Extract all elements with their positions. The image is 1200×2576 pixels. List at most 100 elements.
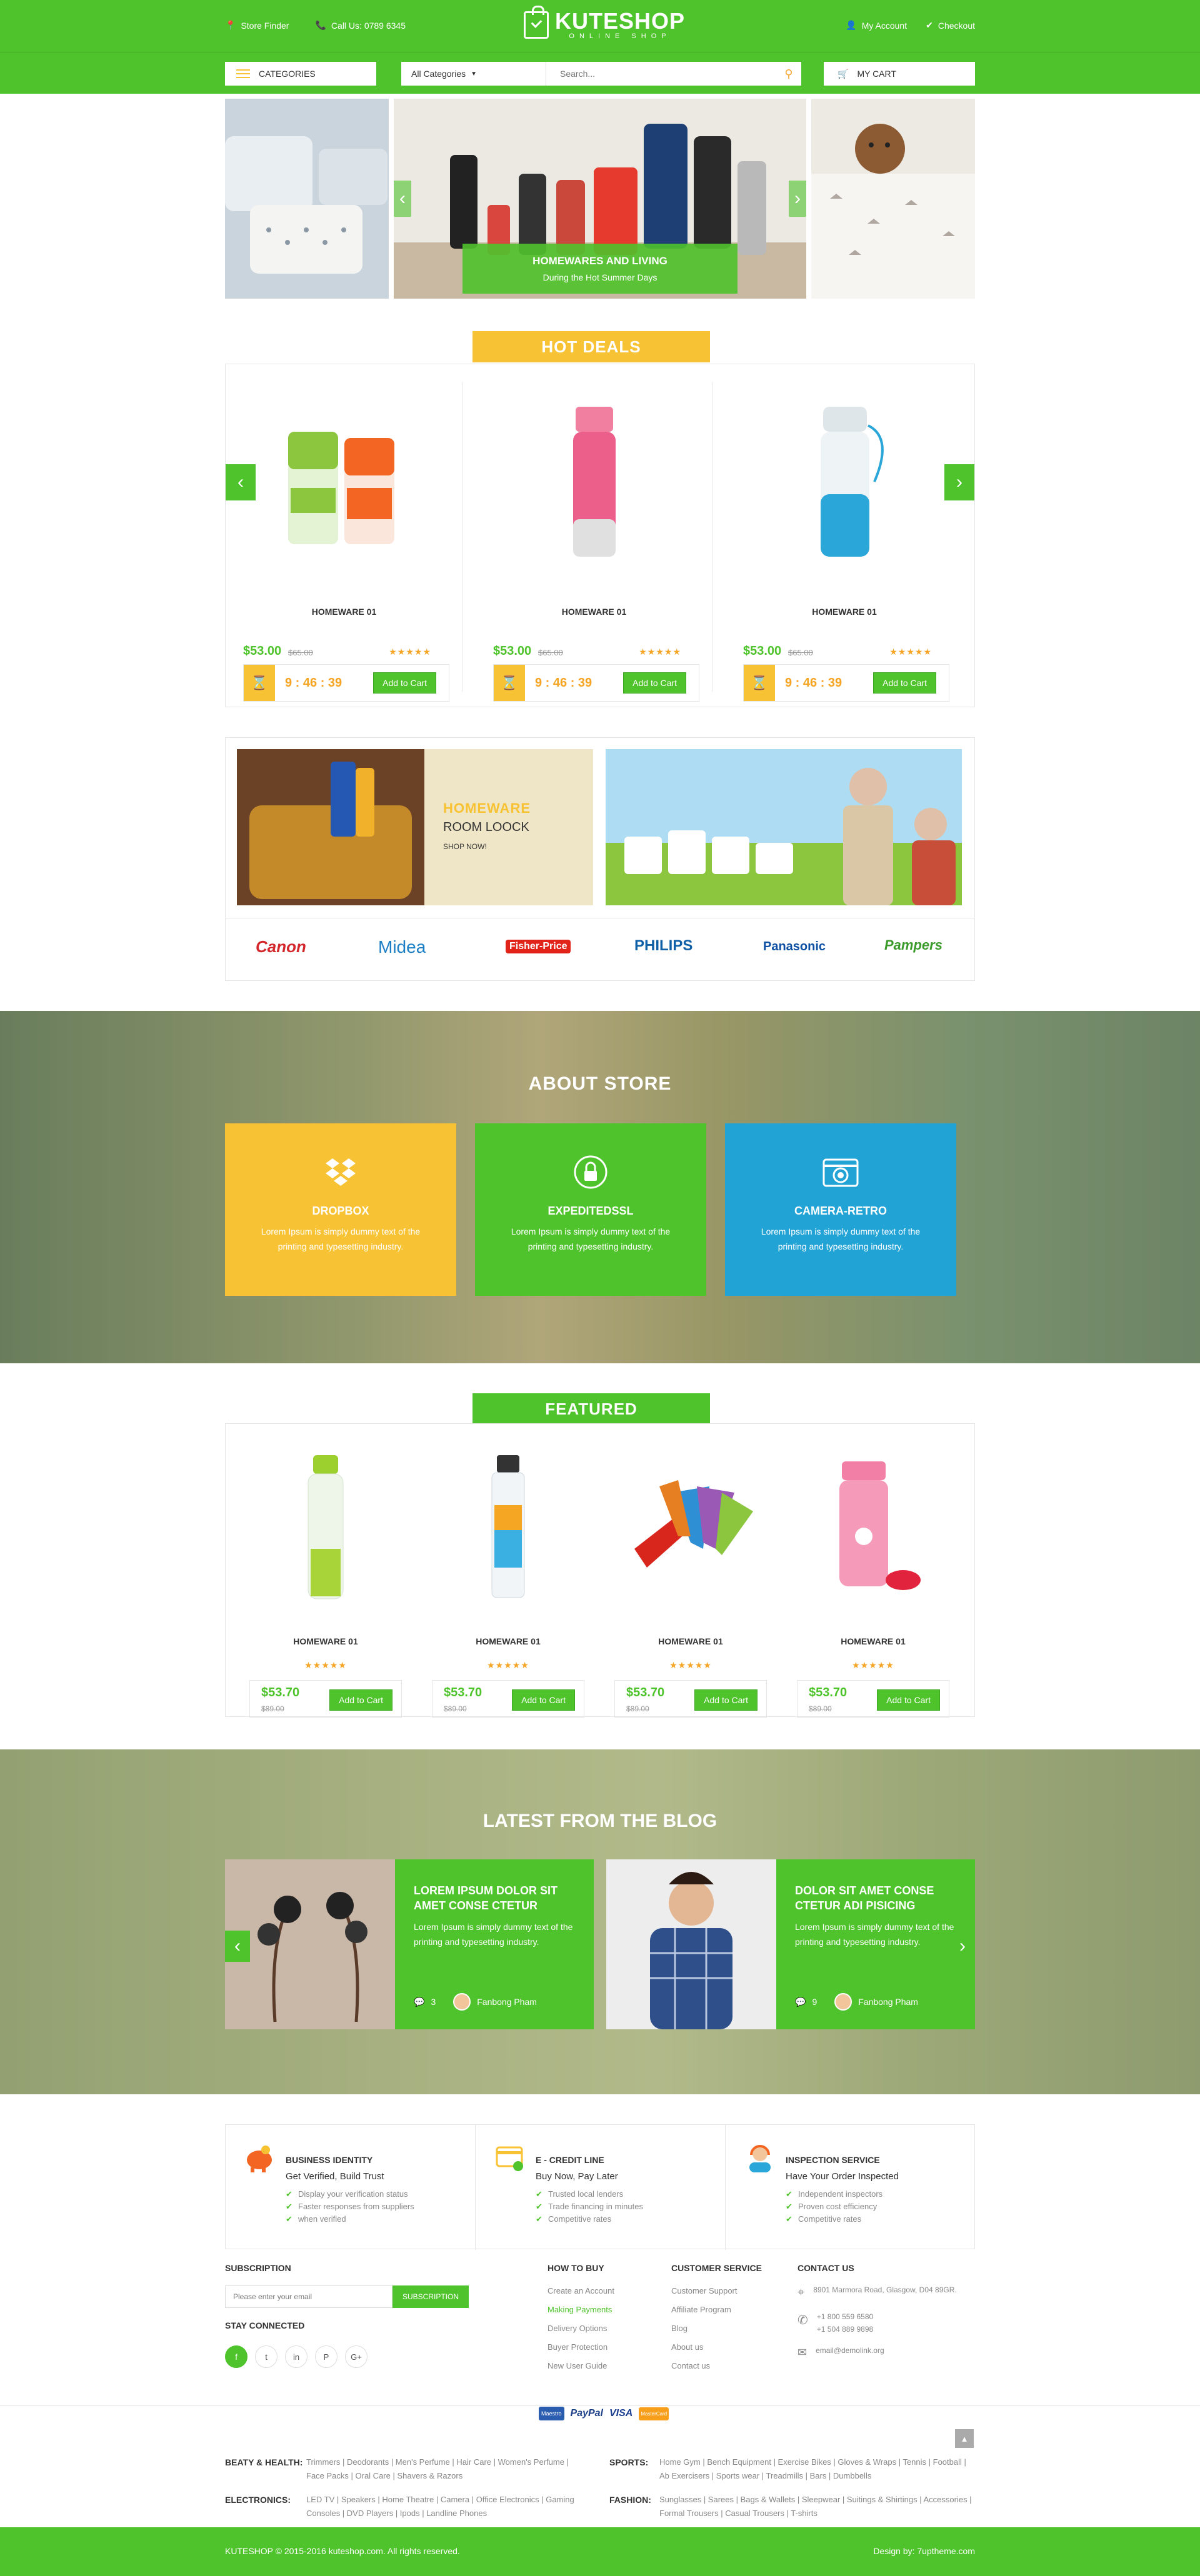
blog-post-title[interactable]: LOREM IPSUM DOLOR SIT AMET CONSE CTETUR [414, 1883, 576, 1913]
piggy-bank-icon [244, 2144, 276, 2174]
pinterest-icon[interactable]: P [315, 2345, 338, 2368]
copyright-bar: KUTESHOP © 2015-2016 kuteshop.com. All r… [0, 2527, 1200, 2576]
search-category-select[interactable]: All Categories ▼ [401, 62, 546, 86]
store-finder-link[interactable]: 📍 Store Finder [225, 20, 289, 31]
my-cart-button[interactable]: 🛒 MY CART [824, 62, 975, 86]
customer-service-block: CUSTOMER SERVICE Customer Support Affili… [671, 2263, 784, 2375]
product-old-price: $65.00 [788, 648, 813, 657]
footer-link[interactable]: Making Payments [548, 2300, 660, 2319]
site-logo[interactable]: KUTESHOP ONLINE SHOP [524, 6, 685, 40]
footer-category-beauty: BEATY & HEALTH: Trimmers | Deodorants | M… [225, 2457, 569, 2480]
add-to-cart-button[interactable]: Add to Cart [373, 672, 436, 694]
my-account-link[interactable]: 👤 My Account [846, 20, 907, 31]
add-to-cart-button[interactable]: Add to Cart [623, 672, 686, 694]
blog-author[interactable]: Fanbong Pham [858, 1997, 918, 2007]
search-icon[interactable]: ⚲ [776, 62, 801, 86]
contact-block: CONTACT US ⌖ 8901 Marmora Road, Glasgow, … [798, 2263, 957, 2359]
subscribe-button[interactable]: SUBSCRIPTION [392, 2285, 469, 2308]
add-to-cart-button[interactable]: Add to Cart [512, 1689, 575, 1711]
deal-countdown: ⌛ 9 : 46 : 39 Add to Cart [743, 664, 949, 702]
footer-link[interactable]: Contact us [671, 2357, 784, 2375]
hero-side-image-right[interactable] [811, 99, 975, 299]
hero-side-image-left[interactable] [225, 99, 389, 299]
footer-link[interactable]: New User Guide [548, 2357, 660, 2375]
blog-next-arrow[interactable]: › [950, 1931, 975, 1962]
deal-card[interactable]: HOMEWARE 01 $53.00 $65.00 ★★★★★ ⌛ 9 : 46… [476, 382, 713, 702]
rating-stars: ★★★★★ [852, 1660, 894, 1670]
email-input[interactable] [225, 2285, 392, 2308]
check-icon: ✔ [926, 20, 933, 30]
checkout-link[interactable]: ✔ Checkout [926, 20, 975, 31]
paypal-icon: PayPal [570, 2408, 603, 2419]
product-name[interactable]: HOMEWARE 01 [792, 1636, 954, 1646]
hero-next-arrow[interactable]: › [789, 181, 806, 217]
scroll-top-button[interactable]: ▲ [955, 2429, 974, 2448]
add-to-cart-button[interactable]: Add to Cart [877, 1689, 940, 1711]
countdown-timer: 9 : 46 : 39 [785, 675, 842, 690]
featured-card[interactable]: HOMEWARE 01 ★★★★★ $53.70 $89.00 Add to C… [244, 1443, 407, 1718]
add-to-cart-button[interactable]: Add to Cart [873, 672, 936, 694]
footer-link[interactable]: Buyer Protection [548, 2338, 660, 2357]
email-link[interactable]: email@demolink.org [816, 2346, 884, 2359]
featured-card[interactable]: HOMEWARE 01 ★★★★★ $53.70 $89.00 Add to C… [609, 1443, 772, 1718]
blog-post[interactable]: DOLOR SIT AMET CONSE CTETUR ADI PISICING… [606, 1859, 975, 2029]
blog-prev-arrow[interactable]: ‹ [225, 1931, 250, 1962]
product-name[interactable]: HOMEWARE 01 [226, 607, 462, 617]
brand-logo-philips[interactable]: PHILIPS [634, 937, 692, 955]
hot-deals-section: HOT DEALS ‹ › HOMEWARE 01 $53.00 $65.00 … [225, 331, 975, 707]
phone-icon: 📞 [315, 20, 326, 30]
call-us-link[interactable]: 📞 Call Us: 0789 6345 [315, 20, 406, 31]
search-input[interactable] [546, 62, 776, 85]
promo-banner-homeware[interactable]: HOMEWARE ROOM LOOCK SHOP NOW! [237, 749, 593, 905]
hero-prev-arrow[interactable]: ‹ [394, 181, 411, 217]
featured-card[interactable]: HOMEWARE 01 ★★★★★ $53.70 $89.00 Add to C… [792, 1443, 954, 1718]
design-credit-link[interactable]: Design by: 7uptheme.com [873, 2546, 975, 2556]
product-name[interactable]: HOMEWARE 01 [609, 1636, 772, 1646]
brand-logo-midea[interactable]: Midea [378, 937, 426, 957]
google-plus-icon[interactable]: G+ [345, 2345, 368, 2368]
blog-post[interactable]: LOREM IPSUM DOLOR SIT AMET CONSE CTETUR … [225, 1859, 594, 2029]
service-inspection[interactable]: INSPECTION SERVICE Have Your Order Inspe… [726, 2125, 976, 2250]
footer-link[interactable]: Customer Support [671, 2282, 784, 2300]
service-business-identity[interactable]: BUSINESS IDENTITY Get Verified, Build Tr… [226, 2125, 476, 2250]
add-to-cart-button[interactable]: Add to Cart [694, 1689, 758, 1711]
categories-button[interactable]: CATEGORIES [225, 62, 376, 86]
footer-link[interactable]: About us [671, 2338, 784, 2357]
product-name[interactable]: HOMEWARE 01 [427, 1636, 589, 1646]
brand-logo-panasonic[interactable]: Panasonic [763, 940, 826, 954]
blog-author[interactable]: Fanbong Pham [477, 1997, 537, 2007]
deal-card[interactable]: HOMEWARE 01 $53.00 $65.00 ★★★★★ ⌛ 9 : 46… [726, 382, 963, 702]
brand-logo-fisher-price[interactable]: Fisher-Price [506, 940, 571, 953]
footer-link[interactable]: Create an Account [548, 2282, 660, 2300]
payment-methods: Maestro PayPal VISA MasterCard [539, 2407, 669, 2420]
add-to-cart-button[interactable]: Add to Cart [329, 1689, 392, 1711]
deal-card[interactable]: HOMEWARE 01 $53.00 $65.00 ★★★★★ ⌛ 9 : 46… [226, 382, 463, 702]
linkedin-icon[interactable]: in [285, 2345, 308, 2368]
featured-card[interactable]: HOMEWARE 01 ★★★★★ $53.70 $89.00 Add to C… [427, 1443, 589, 1718]
blog-post-title[interactable]: DOLOR SIT AMET CONSE CTETUR ADI PISICING [795, 1883, 958, 1913]
feature-expeditedssl[interactable]: EXPEDITEDSSL Lorem Ipsum is simply dummy… [475, 1123, 706, 1296]
promo-banner-health[interactable] [606, 749, 962, 905]
facebook-icon[interactable]: f [225, 2345, 248, 2368]
brand-logo-pampers[interactable]: Pampers [884, 937, 942, 953]
shop-now-link[interactable]: SHOP NOW! [443, 842, 531, 851]
product-name[interactable]: HOMEWARE 01 [476, 607, 712, 617]
user-icon: 👤 [846, 20, 857, 30]
top-header: 📍 Store Finder 📞 Call Us: 0789 6345 KUTESH… [0, 0, 1200, 52]
twitter-icon[interactable]: t [255, 2345, 278, 2368]
product-image-cups [288, 432, 394, 544]
brand-logo-canon[interactable]: Canon [256, 937, 306, 957]
brand-strip: Canon Midea Fisher-Price PHILIPS Panason… [226, 918, 974, 978]
service-e-credit-line[interactable]: E - CREDIT LINE Buy Now, Pay Later Trust… [476, 2125, 726, 2250]
feature-dropbox[interactable]: DROPBOX Lorem Ipsum is simply dummy text… [225, 1123, 456, 1296]
footer-link[interactable]: Affiliate Program [671, 2300, 784, 2319]
hero-main-slide[interactable]: ‹ › HOMEWARES AND LIVING During the Hot … [394, 99, 806, 299]
footer-link[interactable]: Blog [671, 2319, 784, 2338]
cart-icon: 🛒 [838, 68, 849, 79]
product-name[interactable]: HOMEWARE 01 [244, 1636, 407, 1646]
product-price: $53.70 [809, 1686, 848, 1699]
footer-link[interactable]: Delivery Options [548, 2319, 660, 2338]
product-name[interactable]: HOMEWARE 01 [726, 607, 963, 617]
feature-camera-retro[interactable]: CAMERA-RETRO Lorem Ipsum is simply dummy… [725, 1123, 956, 1296]
blog-post-meta: 💬 3 Fanbong Pham [414, 1993, 537, 2011]
